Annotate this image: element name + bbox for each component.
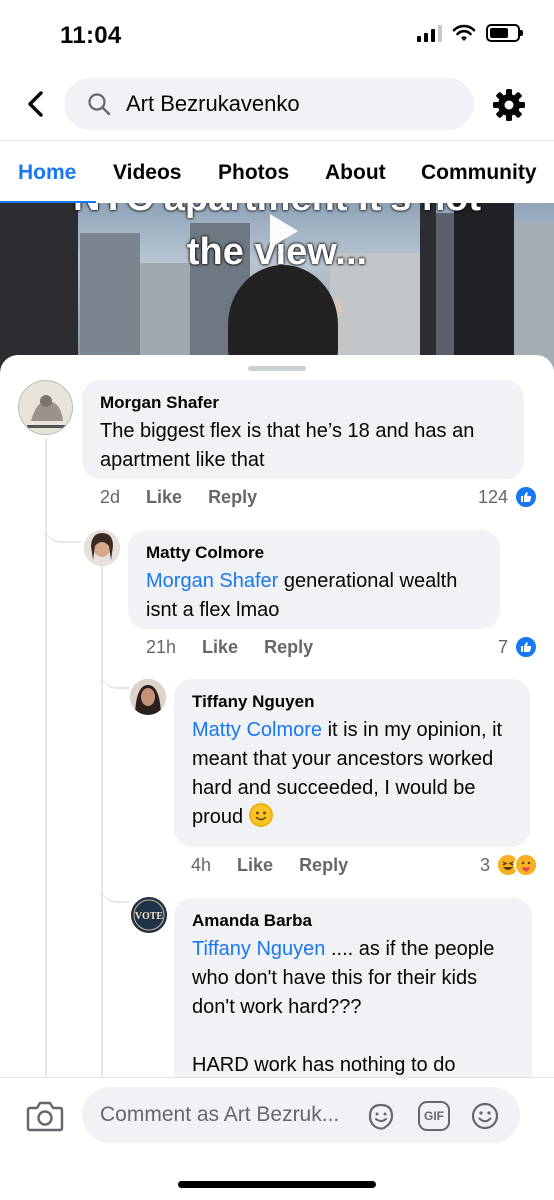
comment-input[interactable]: Comment as Art Bezruk... GIF: [82, 1087, 520, 1143]
comment-bubble: Amanda Barba Tiffany Nguyen .... as if t…: [174, 898, 532, 1077]
comment-author[interactable]: Morgan Shafer: [100, 392, 506, 414]
comment-bubble: Morgan Shafer The biggest flex is that h…: [82, 380, 524, 479]
comment-time[interactable]: 21h: [146, 637, 176, 658]
emoji-icon[interactable]: [470, 1101, 500, 1131]
comment-placeholder: Comment as Art Bezruk...: [100, 1103, 340, 1126]
camera-icon: [26, 1101, 64, 1132]
window-frame: [0, 203, 78, 373]
search-input[interactable]: Art Bezrukavenko: [64, 78, 474, 130]
back-arrow-icon: [28, 91, 43, 117]
comment-actions: 4h Like Reply: [191, 855, 374, 876]
comment-bubble: Tiffany Nguyen Matty Colmore it is in my…: [174, 679, 530, 847]
slightly-smiling-face-emoji: [248, 803, 273, 827]
tab-photos[interactable]: Photos: [218, 141, 289, 205]
search-value: Art Bezrukavenko: [126, 91, 300, 116]
battery-icon: [486, 24, 523, 42]
comment-time[interactable]: 4h: [191, 855, 211, 876]
status-time: 11:04: [60, 22, 122, 49]
gear-icon: [493, 89, 525, 121]
comment-author[interactable]: Amanda Barba: [192, 910, 514, 932]
comment-composer: Comment as Art Bezruk... GIF: [0, 1077, 554, 1157]
profile-tabs: Home Videos Photos About Community: [0, 140, 554, 204]
comment-actions: 2d Like Reply: [100, 487, 283, 508]
reply-button[interactable]: Reply: [299, 855, 348, 876]
comment-author[interactable]: Tiffany Nguyen: [192, 691, 512, 713]
back-button[interactable]: [18, 86, 54, 122]
svg-text:VOTE: VOTE: [135, 911, 163, 922]
like-button[interactable]: Like: [146, 487, 182, 508]
comment-bubble: Matty Colmore Morgan Shafer generational…: [128, 530, 500, 629]
like-icon: [514, 635, 538, 659]
sticker-icon[interactable]: [366, 1101, 396, 1131]
status-icons: [417, 24, 523, 42]
comment-actions: 21h Like Reply: [146, 637, 339, 658]
avatar[interactable]: [18, 380, 73, 435]
reaction-count: 7: [497, 636, 508, 657]
like-button[interactable]: Like: [202, 637, 238, 658]
camera-button[interactable]: [26, 1098, 64, 1134]
reply-button[interactable]: Reply: [264, 637, 313, 658]
wifi-icon: [452, 24, 476, 41]
avatar[interactable]: [130, 679, 166, 715]
sketch-avatar-image: [19, 381, 72, 434]
like-button[interactable]: Like: [237, 855, 273, 876]
comments-sheet: Morgan Shafer The biggest flex is that h…: [0, 355, 554, 1077]
mention-link[interactable]: Matty Colmore: [192, 719, 322, 741]
search-icon: [88, 93, 111, 116]
comment-text-paragraph-2: HARD work has nothing to do: [192, 1054, 456, 1076]
like-icon: [514, 485, 538, 509]
tab-videos[interactable]: Videos: [113, 141, 181, 205]
tab-community[interactable]: Community: [421, 141, 537, 205]
reaction-summary[interactable]: 124: [478, 485, 538, 509]
video-player[interactable]: NYC apartment it's not the view...: [0, 203, 554, 373]
drag-handle[interactable]: [248, 366, 306, 371]
comment-time[interactable]: 2d: [100, 487, 120, 508]
settings-button[interactable]: [490, 86, 528, 124]
search-header: Art Bezrukavenko: [0, 72, 554, 140]
gif-button[interactable]: GIF: [418, 1101, 450, 1131]
play-icon[interactable]: [262, 211, 302, 251]
tab-about[interactable]: About: [325, 141, 386, 205]
avatar[interactable]: [84, 530, 120, 566]
reaction-count: 3: [479, 854, 490, 875]
reaction-summary[interactable]: 7: [498, 635, 538, 659]
comment-author[interactable]: Matty Colmore: [146, 542, 482, 564]
mention-link[interactable]: Tiffany Nguyen: [192, 938, 325, 960]
reaction-summary[interactable]: 3: [480, 853, 538, 877]
tab-home[interactable]: Home: [18, 141, 76, 205]
cellular-signal-icon: [417, 24, 442, 42]
care-icon: [514, 853, 538, 877]
avatar[interactable]: VOTE: [131, 897, 167, 933]
reply-button[interactable]: Reply: [208, 487, 257, 508]
comment-text: The biggest flex is that he’s 18 and has…: [100, 420, 475, 471]
mention-link[interactable]: Morgan Shafer: [146, 570, 278, 592]
home-indicator[interactable]: [178, 1181, 376, 1188]
reaction-count: 124: [477, 486, 508, 507]
status-bar: 11:04: [0, 0, 554, 72]
